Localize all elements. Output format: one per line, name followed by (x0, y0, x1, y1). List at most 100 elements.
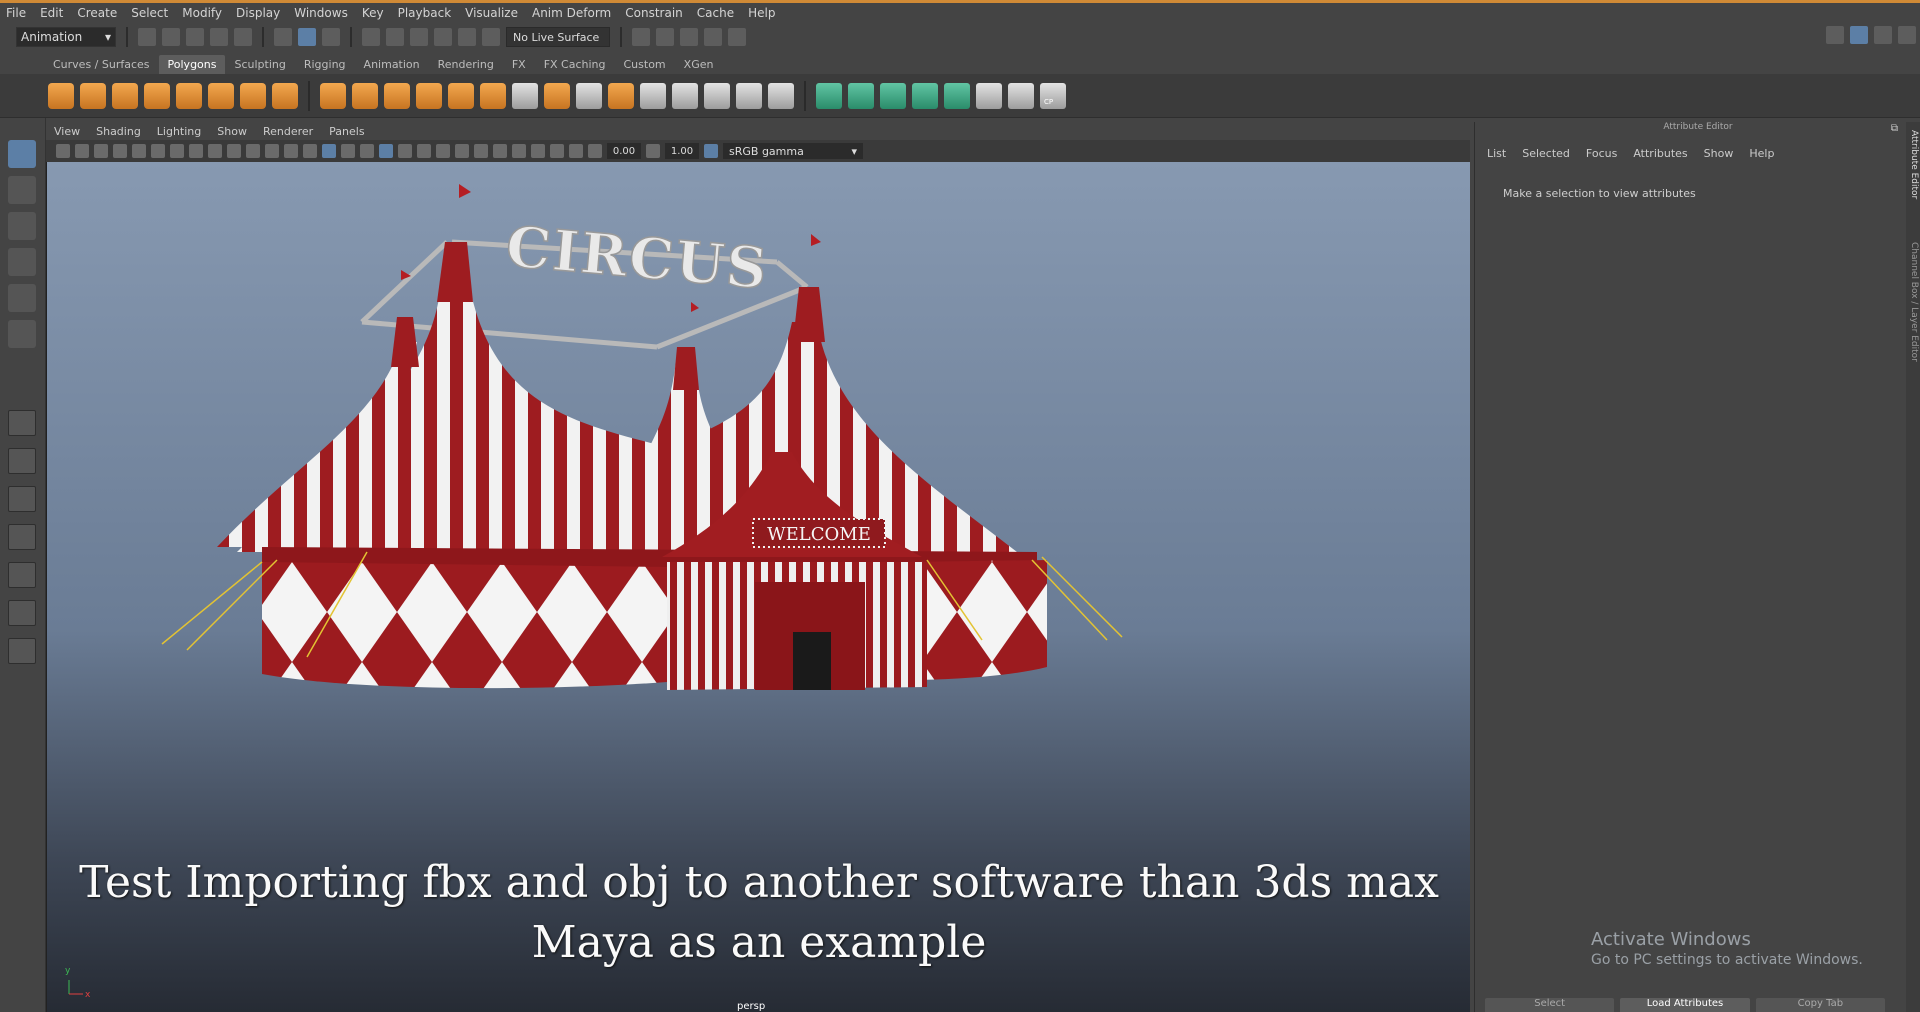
gamma-field[interactable]: 1.00 (665, 143, 699, 159)
tab-attribute-editor[interactable]: Attribute Editor (1907, 130, 1919, 199)
menu-anim-deform[interactable]: Anim Deform (532, 6, 611, 20)
poly-sphere-icon[interactable] (48, 82, 74, 109)
target-weld-icon[interactable] (768, 82, 794, 109)
layout-icon[interactable] (1826, 26, 1844, 44)
open-scene-icon[interactable] (162, 28, 180, 46)
menu-visualize[interactable]: Visualize (465, 6, 518, 20)
ipr-render-icon[interactable] (680, 28, 698, 46)
float-panel-icon[interactable]: ⧉ (1891, 123, 1898, 134)
save-scene-icon[interactable] (186, 28, 204, 46)
grease-pencil-icon[interactable] (151, 144, 165, 158)
smooth-icon[interactable] (416, 82, 442, 109)
menu-select[interactable]: Select (131, 6, 168, 20)
panel-menu-shading[interactable]: Shading (96, 125, 141, 138)
ae-menu-help[interactable]: Help (1749, 147, 1774, 160)
append-polygon-icon[interactable] (672, 82, 698, 109)
default-material-icon[interactable] (341, 144, 355, 158)
ae-menu-attributes[interactable]: Attributes (1633, 147, 1687, 160)
four-view-layout-icon[interactable] (8, 448, 36, 474)
menu-file[interactable]: File (6, 6, 26, 20)
render-settings-icon[interactable] (704, 28, 722, 46)
tab-custom[interactable]: Custom (615, 55, 675, 74)
view-transform-dropdown[interactable]: sRGB gamma ▾ (723, 143, 863, 159)
xray-icon[interactable] (531, 144, 545, 158)
new-scene-icon[interactable] (138, 28, 156, 46)
reduce-icon[interactable] (480, 82, 506, 109)
persp-uv-layout-icon[interactable] (8, 600, 36, 626)
perspective-viewport[interactable]: CIRCUS WELCOME Test Importing fbx and ob… (46, 162, 1470, 1012)
ae-menu-list[interactable]: List (1487, 147, 1506, 160)
isolate-select-icon[interactable] (512, 144, 526, 158)
poly-plane-icon[interactable] (176, 82, 202, 109)
gate-mask-icon[interactable] (227, 144, 241, 158)
xray-joints-icon[interactable] (569, 144, 583, 158)
outliner-persp-layout-icon[interactable] (8, 486, 36, 512)
tab-rendering[interactable]: Rendering (429, 55, 503, 74)
select-hierarchy-icon[interactable] (274, 28, 292, 46)
uv-editor-icon[interactable] (944, 82, 970, 109)
poly-cylinder-icon[interactable] (112, 82, 138, 109)
safe-action-icon[interactable] (265, 144, 279, 158)
snap-curve-icon[interactable] (386, 28, 404, 46)
snap-point-icon[interactable] (410, 28, 428, 46)
two-d-pan-zoom-icon[interactable] (132, 144, 146, 158)
ae-menu-show[interactable]: Show (1704, 147, 1734, 160)
menu-modify[interactable]: Modify (182, 6, 222, 20)
hypershade-persp-layout-icon[interactable] (8, 562, 36, 588)
bookmark-icon[interactable] (94, 144, 108, 158)
multi-cut-icon[interactable] (512, 82, 538, 109)
menu-constrain[interactable]: Constrain (625, 6, 683, 20)
render-frame-icon[interactable] (656, 28, 674, 46)
separate-icon[interactable] (352, 82, 378, 109)
snap-projected-icon[interactable] (434, 28, 452, 46)
copy-tab-button[interactable]: Copy Tab (1755, 998, 1885, 1012)
wireframe-icon[interactable] (303, 144, 317, 158)
tab-rigging[interactable]: Rigging (295, 55, 355, 74)
panel-menu-view[interactable]: View (54, 125, 80, 138)
insert-edge-loop-icon[interactable] (640, 82, 666, 109)
attribute-editor-toggle-icon[interactable] (1850, 26, 1868, 44)
fill-hole-icon[interactable] (704, 82, 730, 109)
ae-menu-focus[interactable]: Focus (1586, 147, 1617, 160)
field-chart-icon[interactable] (246, 144, 260, 158)
panel-menu-panels[interactable]: Panels (329, 125, 364, 138)
tab-sculpting[interactable]: Sculpting (225, 55, 294, 74)
textured-icon[interactable] (379, 144, 393, 158)
depth-of-field-icon[interactable] (493, 144, 507, 158)
panel-menu-renderer[interactable]: Renderer (263, 125, 313, 138)
bridge-icon[interactable] (576, 82, 602, 109)
poly-torus-icon[interactable] (208, 82, 234, 109)
tab-polygons[interactable]: Polygons (158, 55, 226, 74)
tab-animation[interactable]: Animation (355, 55, 429, 74)
make-live-icon[interactable] (482, 28, 500, 46)
boolean-icon[interactable] (448, 82, 474, 109)
resolution-gate-icon[interactable] (208, 144, 222, 158)
ae-menu-selected[interactable]: Selected (1522, 147, 1570, 160)
exposure-field[interactable]: 0.00 (607, 143, 641, 159)
menu-key[interactable]: Key (362, 6, 384, 20)
scale-tool-icon[interactable] (8, 320, 36, 348)
unfold-icon[interactable] (1008, 82, 1034, 109)
paint-select-tool-icon[interactable] (8, 212, 36, 240)
exposure-icon[interactable] (588, 144, 602, 158)
menu-set-dropdown[interactable]: Animation ▾ (16, 27, 116, 47)
merge-icon[interactable] (736, 82, 762, 109)
hypershade-icon[interactable] (728, 28, 746, 46)
planar-map-icon[interactable] (816, 82, 842, 109)
panel-menu-show[interactable]: Show (217, 125, 247, 138)
use-lights-icon[interactable] (398, 144, 412, 158)
menu-display[interactable]: Display (236, 6, 280, 20)
custom-layout-icon[interactable] (8, 638, 36, 664)
select-component-icon[interactable] (322, 28, 340, 46)
motion-blur-icon[interactable] (455, 144, 469, 158)
rotate-tool-icon[interactable] (8, 284, 36, 312)
select-object-icon[interactable] (298, 28, 316, 46)
poly-cube-icon[interactable] (80, 82, 106, 109)
image-plane-icon[interactable] (113, 144, 127, 158)
tab-curves-surfaces[interactable]: Curves / Surfaces (44, 55, 159, 74)
smooth-shade-icon[interactable] (322, 144, 336, 158)
film-gate-icon[interactable] (189, 144, 203, 158)
anti-aliasing-icon[interactable] (474, 144, 488, 158)
screen-space-ao-icon[interactable] (436, 144, 450, 158)
tab-fx[interactable]: FX (503, 55, 535, 74)
